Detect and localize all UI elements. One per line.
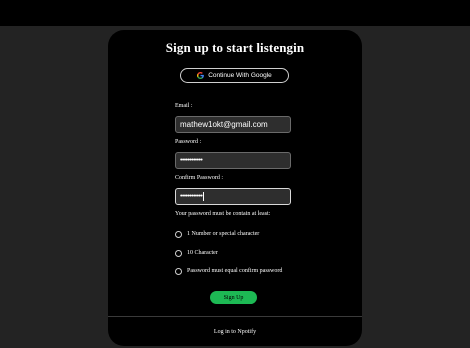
rule-text: 10 Character (187, 250, 218, 256)
top-bar (0, 0, 470, 26)
email-field[interactable]: mathew1okt@gmail.com (175, 116, 291, 133)
radio-icon (175, 267, 182, 275)
confirm-password-field[interactable]: •••••••••••• (175, 188, 291, 205)
page-title: Sign up to start listengin (165, 40, 305, 55)
password-field[interactable]: •••••••••••• (175, 152, 291, 169)
radio-icon (175, 249, 182, 257)
email-value: mathew1okt@gmail.com (180, 120, 268, 129)
signup-card: Sign up to start listengin Continue With… (108, 30, 362, 346)
text-caret (203, 192, 205, 201)
rule-text: 1 Number or special character (187, 231, 260, 237)
email-label: Email : (175, 103, 193, 109)
divider (108, 316, 362, 317)
rule-text: Password must equal confirm password (187, 268, 283, 274)
login-link[interactable]: Log in to Npotify (108, 329, 362, 335)
google-button-label: Continue With Google (208, 72, 272, 79)
confirm-password-label: Confirm Password : (175, 175, 223, 181)
password-label: Password : (175, 139, 202, 145)
password-value: •••••••••••• (180, 157, 203, 164)
password-rule-item: Password must equal confirm password (175, 267, 282, 275)
continue-with-google-button[interactable]: Continue With Google (180, 68, 289, 83)
google-icon (197, 72, 205, 79)
sign-up-button[interactable]: Sign Up (210, 291, 257, 304)
password-rules-title: Your password must be contain at least: (175, 211, 271, 217)
confirm-password-value: •••••••••••• (180, 193, 203, 200)
radio-icon (175, 230, 182, 238)
password-rule-item: 10 Character (175, 249, 218, 257)
password-rule-item: 1 Number or special character (175, 230, 259, 238)
